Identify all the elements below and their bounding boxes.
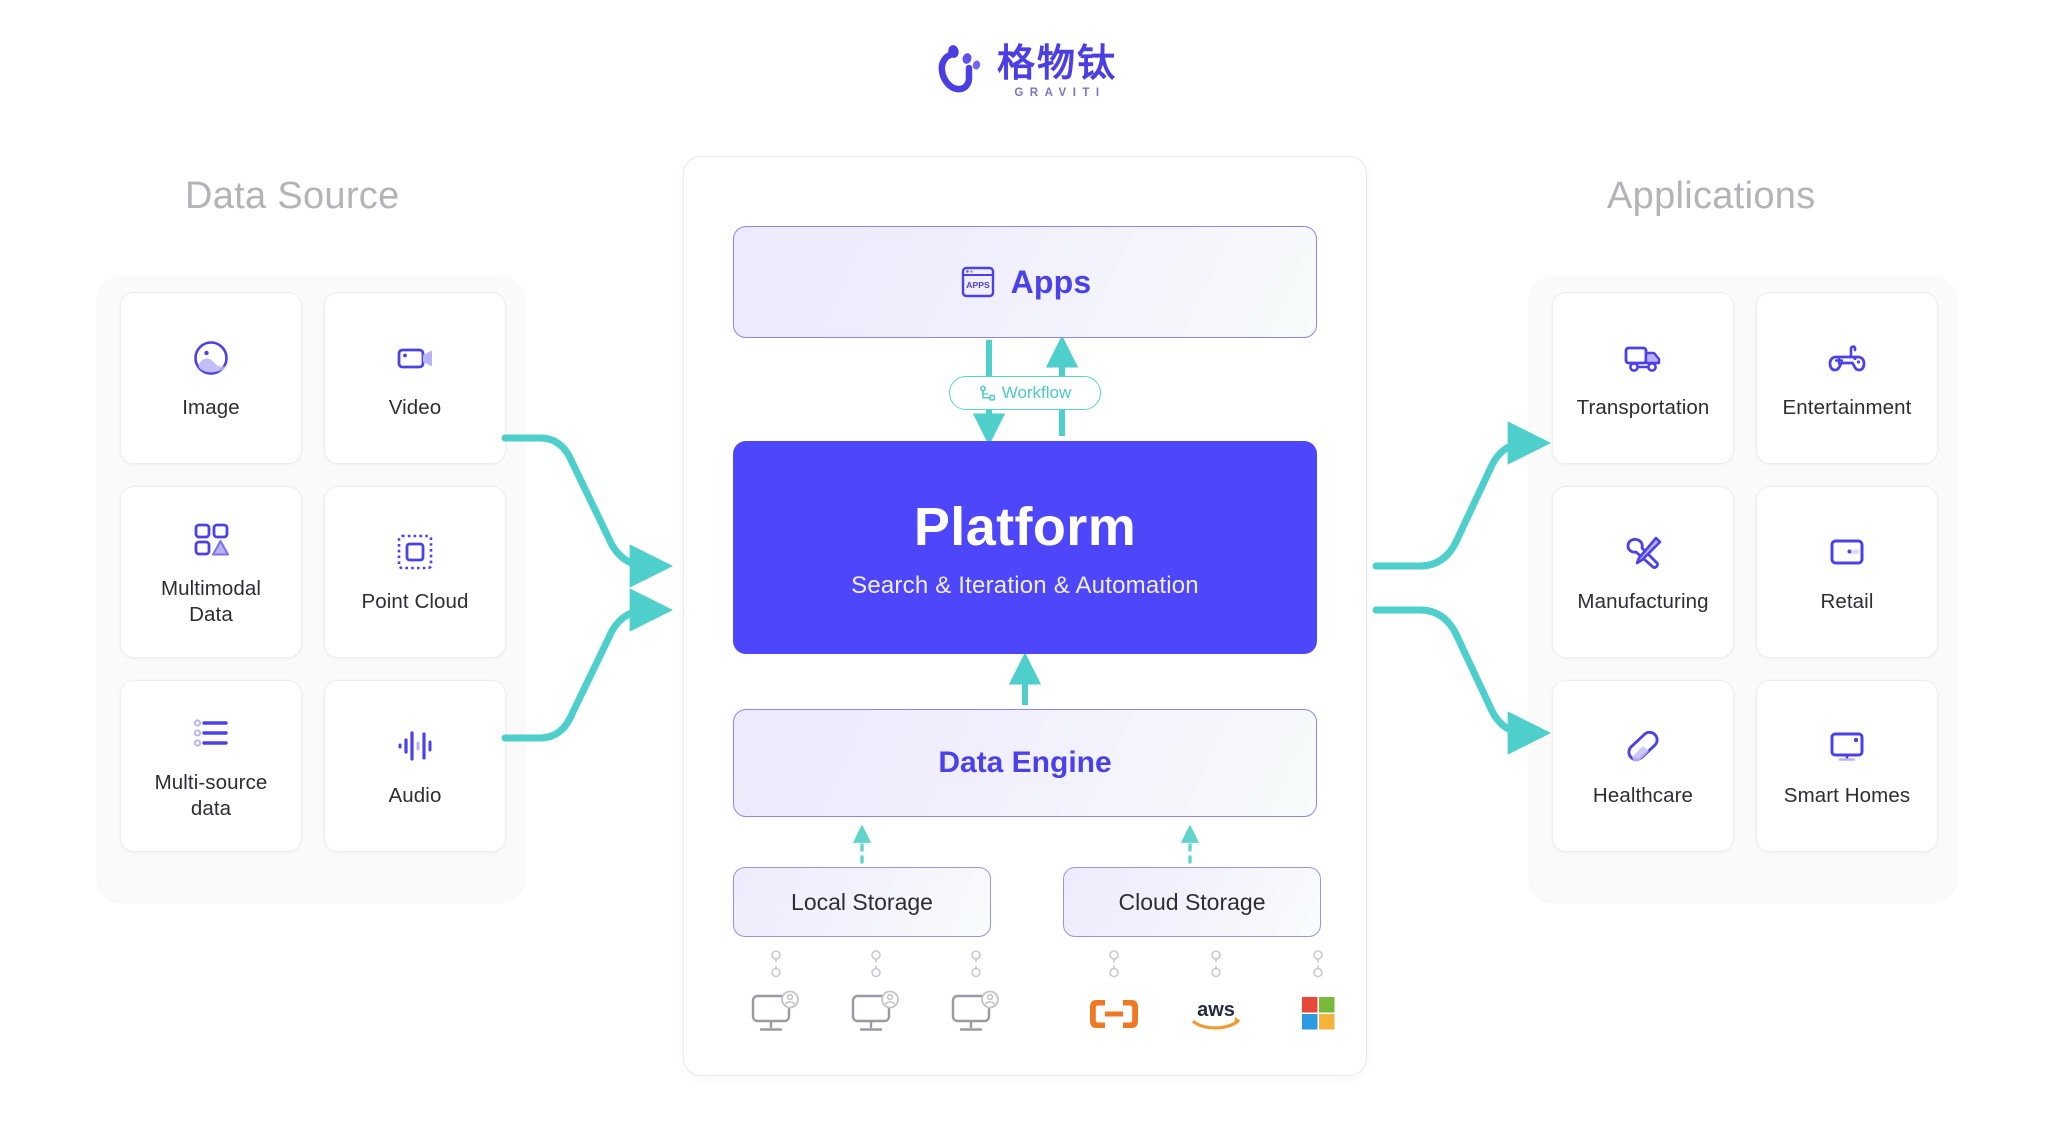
node-connector-icon [867,950,885,988]
list-item [845,950,907,1036]
card-label: Video [388,396,442,420]
cloud-storage-label: Cloud Storage [1118,888,1266,915]
brand-logo: 格物钛 GRAVITI [0,41,2048,99]
workflow-label: Workflow [1001,383,1072,402]
video-camera-icon [392,335,438,381]
card-label: Point Cloud [361,590,469,614]
svg-text:aws: aws [1197,999,1235,1021]
truck-icon [1620,335,1666,381]
platform-subtitle: Search & Iteration & Automation [851,571,1199,599]
point-cloud-icon [392,529,438,575]
gamepad-icon [1824,335,1870,381]
graviti-logo-icon [931,44,983,98]
card-label: Retail [1820,590,1874,614]
audio-waveform-icon [392,723,438,769]
node-connector-icon [1207,950,1225,988]
list-item [745,950,807,1036]
apps-browser-icon: APPS [959,263,997,301]
local-storage-nodes [745,950,1007,1036]
card-video[interactable]: Video [324,292,506,464]
list-item [1083,950,1145,1034]
node-connector-icon [967,950,985,988]
card-label: Smart Homes [1783,784,1911,808]
platform-box[interactable]: Platform Search & Iteration & Automation [733,441,1317,654]
card-label: Image [182,396,240,420]
list-item [945,950,1007,1036]
svg-text:APPS: APPS [966,280,990,290]
workflow-pill[interactable]: Workflow [949,376,1101,410]
multi-source-list-icon [188,710,234,756]
list-item: aws [1185,950,1247,1034]
wrench-screwdriver-icon [1620,529,1666,575]
workstation-user-icon [745,990,807,1036]
image-circle-icon [188,335,234,381]
card-manufacturing[interactable]: Manufacturing [1552,486,1734,658]
data-source-title: Data Source [185,175,400,217]
logo-text: 格物钛 GRAVITI [996,41,1117,99]
workstation-user-icon [945,990,1007,1036]
node-connector-icon [767,950,785,988]
node-connector-icon [1309,950,1327,988]
card-multimodal-data[interactable]: Multimodal Data [120,486,302,658]
retail-screen-icon [1824,529,1870,575]
cloud-storage-nodes: aws [1083,950,1349,1034]
aws-logo: aws [1185,994,1247,1034]
card-image[interactable]: Image [120,292,302,464]
node-connector-icon [1105,950,1123,988]
pill-capsule-icon [1620,723,1666,769]
apps-box[interactable]: APPS Apps [733,226,1317,338]
data-engine-label: Data Engine [938,746,1112,779]
workstation-user-icon [845,990,907,1036]
card-label: Multimodal Data [160,577,262,626]
alibaba-cloud-logo [1083,994,1145,1034]
data-engine-box[interactable]: Data Engine [733,709,1317,817]
apps-label: Apps [1010,263,1092,300]
microsoft-azure-logo [1287,994,1349,1034]
card-label: Audio [388,784,442,808]
card-healthcare[interactable]: Healthcare [1552,680,1734,852]
card-transportation[interactable]: Transportation [1552,292,1734,464]
cloud-storage-box[interactable]: Cloud Storage [1063,867,1321,937]
card-retail[interactable]: Retail [1756,486,1938,658]
platform-title: Platform [913,496,1137,557]
card-label: Entertainment [1782,396,1912,420]
data-source-card-grid: Image Video Multimodal Data Point Cloud … [120,292,506,852]
applications-card-grid: Transportation Entertainment Manufacturi… [1552,292,1938,852]
card-smart-homes[interactable]: Smart Homes [1756,680,1938,852]
card-label: Manufacturing [1577,590,1709,614]
local-storage-box[interactable]: Local Storage [733,867,991,937]
logo-chinese-name: 格物钛 [996,41,1117,85]
card-label: Transportation [1576,396,1710,420]
card-label: Multi-source data [154,771,268,820]
applications-title: Applications [1607,175,1816,217]
list-item [1287,950,1349,1034]
card-label: Healthcare [1592,784,1694,808]
multimodal-shapes-icon [188,516,234,562]
logo-english-name: GRAVITI [1014,86,1106,99]
local-storage-label: Local Storage [791,888,933,915]
diagram-canvas: 格物钛 GRAVITI Data Source Applications Ima… [0,0,2048,1129]
workflow-branch-icon [979,385,996,402]
card-audio[interactable]: Audio [324,680,506,852]
card-multi-source-data[interactable]: Multi-source data [120,680,302,852]
card-point-cloud[interactable]: Point Cloud [324,486,506,658]
smart-monitor-icon [1824,723,1870,769]
card-entertainment[interactable]: Entertainment [1756,292,1938,464]
